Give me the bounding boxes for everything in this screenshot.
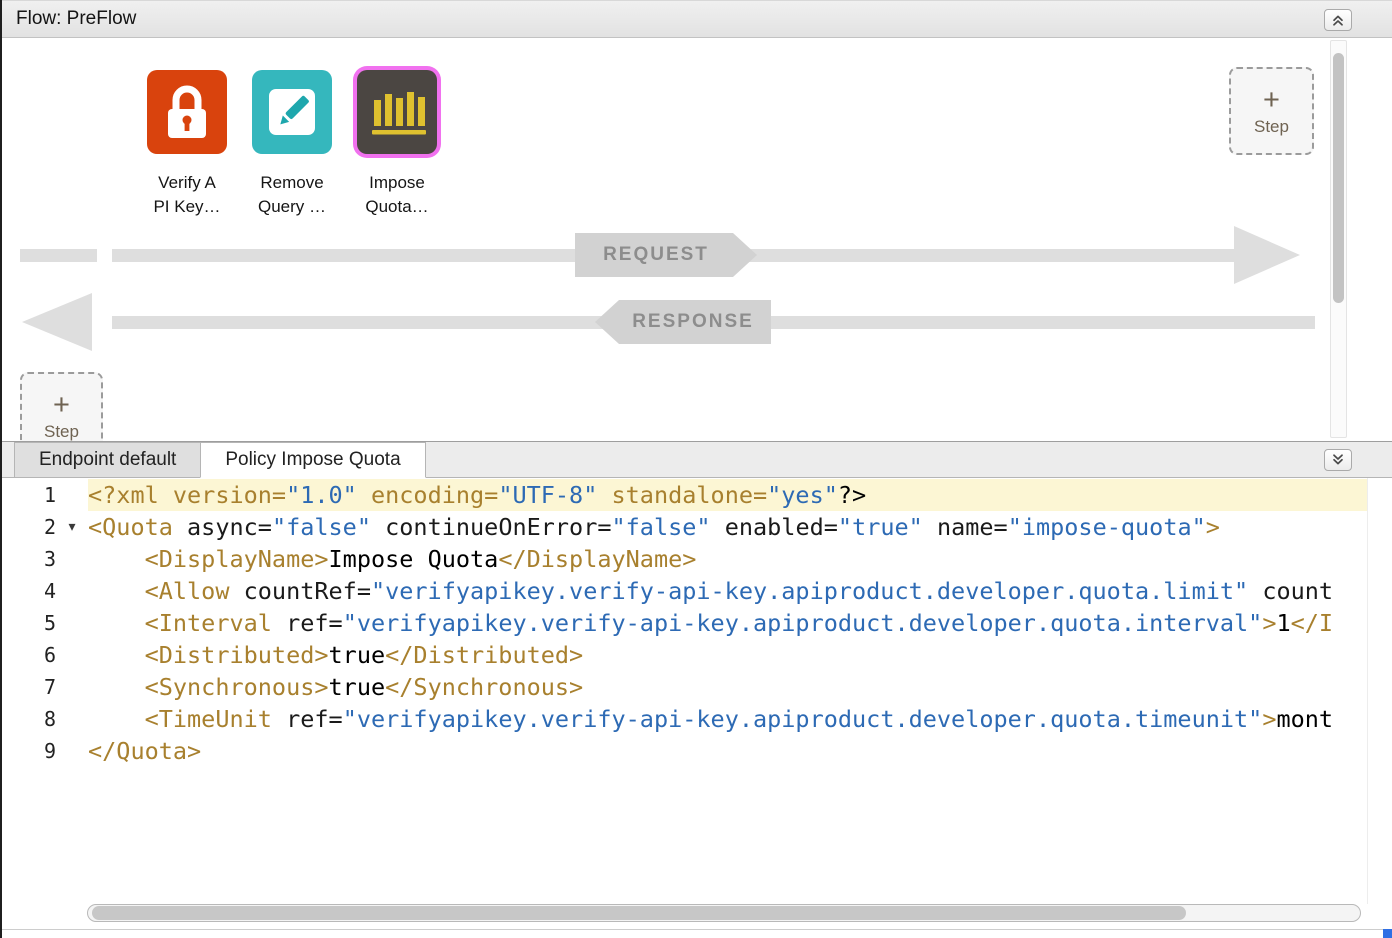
line-gutter: 9	[2, 735, 88, 767]
lock-icon	[147, 70, 227, 154]
policy-verify-api-key[interactable]: Verify A PI Key…	[147, 70, 227, 219]
line-gutter: 7	[2, 671, 88, 703]
code-line[interactable]: 5 <Interval ref="verifyapikey.verify-api…	[2, 607, 1368, 639]
code-line[interactable]: 9 </Quota>	[2, 735, 1368, 767]
add-step-label: Step	[1254, 117, 1289, 137]
line-number: 4	[2, 575, 56, 607]
policy-label: Impose Quota…	[357, 171, 437, 219]
code-text[interactable]: <Allow countRef="verifyapikey.verify-api…	[88, 575, 1368, 607]
pencil-glyph	[252, 70, 332, 154]
line-gutter: 3	[2, 543, 88, 575]
code-lines: 1 <?xml version="1.0" encoding="UTF-8" st…	[2, 479, 1368, 767]
line-number: 3	[2, 543, 56, 575]
code-line[interactable]: 7 <Synchronous>true</Synchronous>	[2, 671, 1368, 703]
code-text[interactable]: <DisplayName>Impose Quota</DisplayName>	[88, 543, 1368, 575]
pencil-icon	[252, 70, 332, 154]
request-flow-bar-left-stub	[20, 249, 97, 262]
flow-title: Flow: PreFlow	[16, 8, 136, 30]
line-gutter: 5	[2, 607, 88, 639]
flow-panel-header: Flow: PreFlow	[2, 0, 1392, 38]
editor-tab-bar: Endpoint default Policy Impose Quota	[2, 441, 1392, 478]
fold-spacer	[56, 735, 88, 767]
policy-label-line: Impose	[357, 171, 437, 195]
lock-glyph	[147, 70, 227, 154]
code-line[interactable]: 1 <?xml version="1.0" encoding="UTF-8" st…	[2, 479, 1368, 511]
window-bottom-strip	[2, 929, 1392, 938]
editor-hscrollbar-track[interactable]	[87, 904, 1361, 922]
tab-policy-impose-quota[interactable]: Policy Impose Quota	[200, 442, 425, 478]
fold-spacer	[56, 543, 88, 575]
code-text[interactable]: <Quota async="false" continueOnError="fa…	[88, 511, 1368, 543]
line-number: 9	[2, 735, 56, 767]
add-step-button-request[interactable]: + Step	[1229, 67, 1314, 155]
quota-bars-icon	[357, 70, 437, 154]
plus-icon: +	[1263, 86, 1280, 114]
request-arrowhead-icon	[1234, 226, 1300, 284]
code-line[interactable]: 2▾<Quota async="false" continueOnError="…	[2, 511, 1368, 543]
policy-label-line: PI Key…	[147, 195, 227, 219]
response-badge: RESPONSE	[595, 300, 771, 344]
code-line[interactable]: 6 <Distributed>true</Distributed>	[2, 639, 1368, 671]
code-text[interactable]: <Synchronous>true</Synchronous>	[88, 671, 1368, 703]
code-line[interactable]: 3 <DisplayName>Impose Quota</DisplayName…	[2, 543, 1368, 575]
code-text[interactable]: <TimeUnit ref="verifyapikey.verify-api-k…	[88, 703, 1368, 735]
fold-spacer	[56, 671, 88, 703]
fold-spacer	[56, 703, 88, 735]
code-text[interactable]: </Quota>	[88, 735, 1368, 767]
collapse-flow-panel-button[interactable]	[1324, 9, 1352, 31]
policy-label: Remove Query …	[252, 171, 332, 219]
flow-scrollbar-track[interactable]	[1330, 40, 1347, 438]
flow-canvas: Verify A PI Key… Remove Query …	[2, 38, 1392, 441]
policy-label: Verify A PI Key…	[147, 171, 227, 219]
api-proxy-flow-editor-window: Flow: PreFlow Verify A PI Key…	[0, 0, 1392, 938]
scroll-corner-accent	[1383, 929, 1392, 938]
request-label: REQUEST	[603, 244, 709, 266]
line-gutter: 6	[2, 639, 88, 671]
code-text[interactable]: <Distributed>true</Distributed>	[88, 639, 1368, 671]
editor-right-edge	[1367, 478, 1368, 904]
line-number: 1	[2, 479, 56, 511]
policy-label-line: Quota…	[357, 195, 437, 219]
double-chevron-down-icon	[1330, 452, 1346, 468]
request-badge: REQUEST	[575, 233, 757, 277]
xml-code-editor[interactable]: 1 <?xml version="1.0" encoding="UTF-8" st…	[2, 478, 1392, 938]
editor-panel: Endpoint default Policy Impose Quota 1 <?…	[2, 441, 1392, 938]
flow-scrollbar-thumb[interactable]	[1333, 53, 1344, 303]
policy-label-line: Query …	[252, 195, 332, 219]
fold-spacer	[56, 607, 88, 639]
code-text[interactable]: <Interval ref="verifyapikey.verify-api-k…	[88, 607, 1368, 639]
add-step-label: Step	[44, 422, 79, 442]
policy-remove-query[interactable]: Remove Query …	[252, 70, 332, 219]
code-text[interactable]: <?xml version="1.0" encoding="UTF-8" sta…	[88, 479, 1368, 511]
code-line[interactable]: 8 <TimeUnit ref="verifyapikey.verify-api…	[2, 703, 1368, 735]
policy-label-line: Remove	[252, 171, 332, 195]
fold-spacer	[56, 479, 88, 511]
line-gutter: 2▾	[2, 511, 88, 543]
line-gutter: 1	[2, 479, 88, 511]
fold-spacer	[56, 575, 88, 607]
fold-arrow-icon[interactable]: ▾	[56, 511, 88, 543]
policy-label-line: Verify A	[147, 171, 227, 195]
double-chevron-up-icon	[1330, 12, 1346, 28]
fold-spacer	[56, 639, 88, 671]
line-number: 6	[2, 639, 56, 671]
plus-icon: +	[53, 391, 70, 419]
tab-endpoint-default[interactable]: Endpoint default	[14, 442, 201, 478]
line-number: 2	[2, 511, 56, 543]
collapse-editor-panel-button[interactable]	[1324, 449, 1352, 471]
quota-bars-glyph	[357, 70, 437, 154]
line-gutter: 8	[2, 703, 88, 735]
line-number: 5	[2, 607, 56, 639]
response-arrowhead-icon	[22, 293, 92, 351]
line-gutter: 4	[2, 575, 88, 607]
line-number: 7	[2, 671, 56, 703]
response-label: RESPONSE	[632, 311, 754, 333]
policy-impose-quota-selected[interactable]: Impose Quota…	[357, 70, 437, 219]
add-step-button-response[interactable]: + Step	[20, 372, 103, 441]
line-number: 8	[2, 703, 56, 735]
code-line[interactable]: 4 <Allow countRef="verifyapikey.verify-a…	[2, 575, 1368, 607]
editor-hscrollbar-thumb[interactable]	[92, 906, 1186, 920]
